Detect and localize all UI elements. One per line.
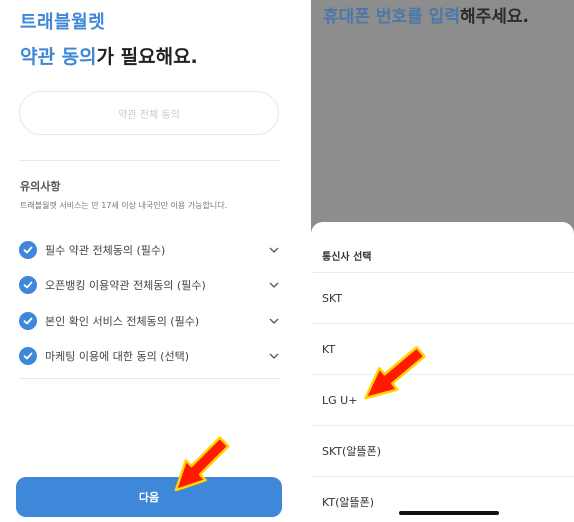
- divider: [19, 160, 280, 161]
- page-title: 휴대폰 번호를 입력해주세요.: [323, 2, 529, 27]
- carrier-label: SKT(알뜰폰): [322, 445, 382, 458]
- page-title-rest: 해주세요.: [459, 7, 529, 27]
- term-label: 필수 약관 전체동의 (필수): [45, 244, 166, 257]
- term-label: 본인 확인 서비스 전체동의 (필수): [45, 315, 200, 328]
- carrier-label: SKT: [322, 291, 343, 305]
- notice-text: 트래블월렛 서비스는 만 17세 이상 내국인만 이용 가능합니다.: [20, 201, 228, 210]
- page-title: 약관 동의가 필요해요.: [20, 42, 198, 69]
- term-item-required-all[interactable]: 필수 약관 전체동의 (필수): [19, 240, 281, 260]
- carrier-option-skt[interactable]: SKT: [311, 272, 574, 323]
- page-title-rest: 가 필요해요.: [96, 46, 198, 68]
- page-title-accent: 약관 동의: [20, 46, 97, 68]
- next-button[interactable]: 다음: [16, 477, 282, 517]
- terms-agreement-screen: 트래블월렛 약관 동의가 필요해요. 약관 전체 동의 유의사항 트래블월렛 서…: [0, 0, 298, 522]
- chevron-down-icon[interactable]: [267, 278, 281, 292]
- pointer-arrow-icon: [364, 346, 426, 400]
- term-label: 마케팅 이용에 대한 동의 (선택): [45, 350, 190, 363]
- check-icon[interactable]: [19, 241, 37, 259]
- check-icon[interactable]: [19, 276, 37, 294]
- page-title-accent: 휴대폰 번호를 입력: [323, 7, 460, 27]
- check-icon[interactable]: [19, 347, 37, 365]
- agree-all-button[interactable]: 약관 전체 동의: [19, 91, 279, 135]
- notice-title: 유의사항: [20, 180, 61, 193]
- divider: [19, 378, 280, 379]
- carrier-option-skt-mvno[interactable]: SKT(알뜰폰): [311, 425, 574, 476]
- term-item-identity[interactable]: 본인 확인 서비스 전체동의 (필수): [19, 311, 281, 331]
- home-indicator: [399, 511, 499, 515]
- sheet-title: 통신사 선택: [322, 252, 372, 263]
- chevron-down-icon[interactable]: [267, 349, 281, 363]
- pointer-arrow-icon: [174, 436, 230, 492]
- phone-number-screen: 휴대폰 번호를 입력해주세요. 통신사 선택 SKT KT LG U+ SKT(…: [311, 0, 574, 522]
- app-brand: 트래블월렛: [20, 12, 106, 33]
- panel-gap: [298, 0, 311, 522]
- carrier-label: KT(알뜰폰): [322, 496, 375, 509]
- term-item-openbanking[interactable]: 오픈뱅킹 이용약관 전체동의 (필수): [19, 275, 281, 295]
- chevron-down-icon[interactable]: [267, 314, 281, 328]
- chevron-down-icon[interactable]: [267, 243, 281, 257]
- carrier-label: KT: [322, 342, 336, 356]
- term-item-marketing[interactable]: 마케팅 이용에 대한 동의 (선택): [19, 346, 281, 366]
- check-icon[interactable]: [19, 312, 37, 330]
- carrier-option-kt-mvno[interactable]: KT(알뜰폰): [311, 476, 574, 522]
- term-label: 오픈뱅킹 이용약관 전체동의 (필수): [45, 279, 206, 292]
- agree-all-label: 약관 전체 동의: [118, 109, 180, 121]
